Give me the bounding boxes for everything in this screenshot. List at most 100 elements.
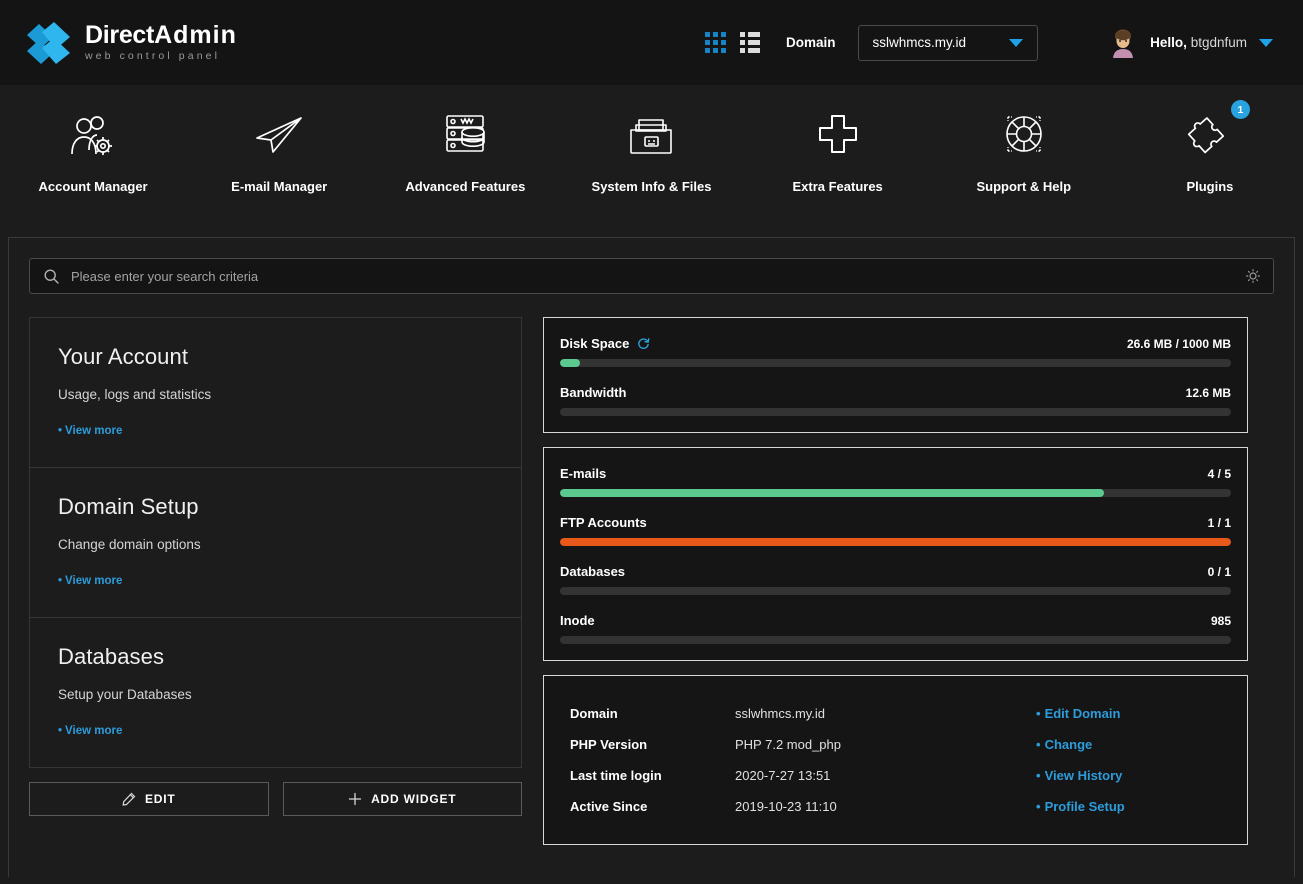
- view-more-link[interactable]: • View more: [58, 425, 493, 437]
- info-value: 2020-7-27 13:51: [735, 768, 831, 783]
- server-database-icon: [437, 103, 493, 165]
- search-icon: [44, 268, 59, 284]
- user-avatar-icon: [1113, 29, 1134, 58]
- info-action-profile-setup[interactable]: • Profile Setup: [1036, 791, 1221, 822]
- stat-row-databases: Databases 0 / 1: [560, 564, 1231, 595]
- stat-value: 4 / 5: [1207, 466, 1231, 481]
- edit-button-label: EDIT: [144, 792, 176, 806]
- widget-subtitle: Setup your Databases: [58, 687, 192, 702]
- widget-card-your-account[interactable]: Your Account Usage, logs and statistics …: [29, 317, 522, 468]
- users-gear-icon: [65, 103, 121, 165]
- add-widget-button-label: ADD WIDGET: [371, 792, 457, 806]
- widget-actions: EDIT ADD WIDGET: [29, 782, 522, 816]
- grid-view-icon[interactable]: [705, 32, 726, 53]
- gear-icon[interactable]: [1245, 268, 1261, 284]
- list-view-icon[interactable]: [740, 32, 760, 53]
- stat-label: E-mails: [560, 466, 607, 481]
- nav-item-email-manager[interactable]: E-mail Manager: [186, 103, 372, 194]
- domain-label: Domain: [786, 35, 836, 50]
- primary-nav: Account Manager E-mail Manager Advanced …: [0, 85, 1303, 237]
- stat-row-disk-space: Disk Space 26.6 MB / 1000 MB: [560, 336, 1231, 367]
- main-content-panel: Your Account Usage, logs and statistics …: [8, 237, 1295, 877]
- nav-item-account-manager[interactable]: Account Manager: [0, 103, 186, 194]
- bullet-icon: •: [1036, 799, 1041, 814]
- stat-value: 985: [1210, 613, 1231, 628]
- search-bar[interactable]: [29, 258, 1274, 294]
- domain-select[interactable]: sslwhmcs.my.id: [857, 24, 1038, 61]
- bullet-icon: •: [1036, 737, 1041, 752]
- info-value: 2019-10-23 11:10: [735, 799, 837, 814]
- widget-card-domain-setup[interactable]: Domain Setup Change domain options • View…: [29, 468, 522, 618]
- plus-icon: [810, 103, 866, 165]
- info-action-label: View History: [1044, 768, 1123, 783]
- widget-title: Your Account: [58, 344, 189, 369]
- info-value: PHP 7.2 mod_php: [735, 737, 841, 752]
- search-input[interactable]: [71, 268, 1245, 284]
- info-action-view-history[interactable]: • View History: [1036, 760, 1221, 791]
- stat-label: FTP Accounts: [560, 515, 647, 530]
- table-row: Domain sslwhmcs.my.id • Edit Domain: [570, 698, 1221, 729]
- info-action-change[interactable]: • Change: [1036, 729, 1221, 760]
- widget-subtitle: Usage, logs and statistics: [58, 387, 212, 402]
- nav-label: E-mail Manager: [231, 179, 328, 194]
- refresh-icon[interactable]: [637, 337, 650, 350]
- stat-value: 0 / 1: [1207, 564, 1231, 579]
- progress-bar-track: [560, 489, 1231, 497]
- nav-item-advanced-features[interactable]: Advanced Features: [372, 103, 558, 194]
- edit-button[interactable]: EDIT: [29, 782, 269, 816]
- table-row: Last time login 2020-7-27 13:51 • View Hi…: [570, 760, 1221, 791]
- progress-bar-fill: [560, 538, 1231, 546]
- nav-label: System Info & Files: [591, 179, 712, 194]
- info-action-label: Edit Domain: [1044, 706, 1121, 721]
- nav-label: Advanced Features: [405, 179, 526, 194]
- info-key: Active Since: [570, 799, 648, 814]
- greeting-username: btgdnfum: [1190, 35, 1247, 50]
- widget-card-databases[interactable]: Databases Setup your Databases • View mor…: [29, 618, 522, 768]
- stat-value: 26.6 MB / 1000 MB: [1126, 336, 1231, 351]
- stat-row-emails: E-mails 4 / 5: [560, 466, 1231, 497]
- bullet-icon: •: [58, 575, 63, 587]
- nav-item-system-info-files[interactable]: System Info & Files: [558, 103, 744, 194]
- user-menu[interactable]: Hello, btgdnfum: [1108, 0, 1273, 85]
- stat-label: Inode: [560, 613, 595, 628]
- view-more-link[interactable]: • View more: [58, 575, 493, 587]
- add-widget-button[interactable]: ADD WIDGET: [282, 782, 522, 816]
- widget-column: Your Account Usage, logs and statistics …: [29, 317, 522, 816]
- info-key: PHP Version: [570, 737, 648, 752]
- table-row: Active Since 2019-10-23 11:10 • Profile S…: [570, 791, 1221, 822]
- table-row: PHP Version PHP 7.2 mod_php • Change: [570, 729, 1221, 760]
- stat-value: 12.6 MB: [1185, 385, 1231, 400]
- info-action-label: Change: [1044, 737, 1093, 752]
- nav-item-support-help[interactable]: Support & Help: [931, 103, 1117, 194]
- widget-subtitle: Change domain options: [58, 537, 201, 552]
- bullet-icon: •: [1036, 768, 1041, 783]
- stat-value: 1 / 1: [1207, 515, 1231, 530]
- widget-title: Domain Setup: [58, 494, 199, 519]
- progress-bar-track: [560, 408, 1231, 416]
- account-info-card: Domain sslwhmcs.my.id • Edit Domain PHP V…: [543, 675, 1248, 845]
- topbar-center-controls: Domain sslwhmcs.my.id: [705, 0, 1038, 85]
- info-key: Last time login: [570, 768, 662, 783]
- chevron-down-icon[interactable]: [1259, 38, 1273, 47]
- nav-item-extra-features[interactable]: Extra Features: [745, 103, 931, 194]
- folder-files-icon: [623, 103, 679, 165]
- info-key: Domain: [570, 706, 618, 721]
- bullet-icon: •: [58, 425, 63, 437]
- progress-bar-track: [560, 359, 1231, 367]
- progress-bar-fill: [560, 359, 581, 367]
- widget-title: Databases: [58, 644, 165, 669]
- life-ring-icon: [996, 103, 1052, 165]
- progress-bar-track: [560, 636, 1231, 644]
- brand-title-first: Direct: [85, 21, 155, 50]
- view-more-link[interactable]: • View more: [58, 725, 493, 737]
- nav-item-plugins[interactable]: 1 Plugins: [1117, 100, 1303, 194]
- greeting-hello: Hello,: [1150, 35, 1187, 50]
- stat-label: Disk Space: [560, 336, 630, 351]
- bullet-icon: •: [58, 725, 63, 737]
- info-action-edit-domain[interactable]: • Edit Domain: [1036, 698, 1221, 729]
- nav-label: Support & Help: [976, 179, 1072, 194]
- brand-logo[interactable]: DirectAdmin web control panel: [25, 21, 237, 64]
- view-more-label: View more: [65, 725, 123, 737]
- nav-label: Extra Features: [792, 179, 883, 194]
- stat-row-inode: Inode 985: [560, 613, 1231, 644]
